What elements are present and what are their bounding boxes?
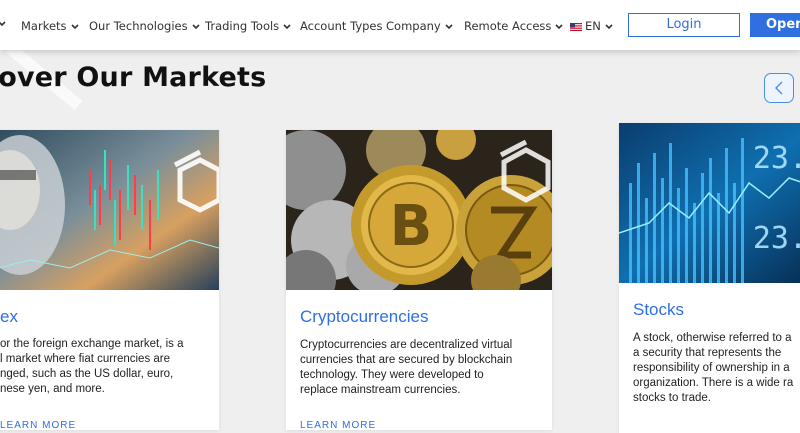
card-desc-line: nese yen, and more. [0,383,105,395]
card-title[interactable]: Stocks [633,300,684,320]
card-desc-line: responsibility of ownership in a [633,362,790,374]
nav-item-remote-access[interactable]: Remote Access [464,17,563,35]
language-label: EN [585,19,601,33]
market-card-forex[interactable]: ex or the foreign exchange market, is a … [0,130,220,431]
learn-more-link[interactable]: LEARN MORE [0,420,76,431]
nav-item-label: Trading Tools [205,19,280,33]
nav-item-label: Account Types [300,19,383,33]
chevron-down-icon [445,23,453,29]
card-description: or the foreign exchange market, is a l m… [0,337,220,397]
cryptocurrencies-image: B [286,130,552,290]
login-button[interactable]: Login [628,13,740,37]
nav-item-trading-tools[interactable]: Trading Tools [205,17,291,35]
svg-text:23.0: 23.0 [753,221,800,256]
market-card-stocks[interactable]: 23.1 23.0 Stocks A stock, otherwise refe… [619,123,800,433]
chevron-down-icon [192,23,200,29]
card-desc-line: stocks to trade. [633,392,711,404]
card-desc-line: or the foreign exchange market, is a [0,338,184,350]
chevron-down-icon[interactable] [0,20,6,28]
nav-item-label: Remote Access [464,19,552,33]
chevron-down-icon [283,23,291,29]
nav-item-label: Markets [21,19,67,33]
forex-image [0,130,219,290]
card-desc-line: organization. There is a wide ra [633,377,794,389]
card-desc-line: Cryptocurrencies are decentralized virtu… [300,339,513,351]
card-desc-line: currencies that are secured by blockchai… [300,354,513,366]
language-selector[interactable]: EN [570,17,613,35]
card-desc-line: replace mainstream currencies. [300,384,461,396]
nav-item-our-technologies[interactable]: Our Technologies [89,17,200,35]
card-title[interactable]: ex [0,307,18,327]
chevron-down-icon [605,23,613,29]
card-desc-line: a security that represents the [633,347,782,359]
carousel-prev-button[interactable] [764,73,794,103]
chevron-left-icon [775,81,783,95]
nav-item-label: Company [386,19,441,33]
nav-item-account-types[interactable]: Account Types [300,17,383,35]
card-desc-line: nged, such as the US dollar, euro, [0,368,174,380]
market-card-cryptocurrencies[interactable]: B Cryptocurrencies Cryptocurrencies are … [286,130,552,431]
svg-text:B: B [390,194,433,259]
learn-more-link[interactable]: LEARN MORE [300,420,376,431]
svg-text:23.1: 23.1 [753,141,800,176]
stocks-image: 23.1 23.0 [619,123,800,283]
card-desc-line: A stock, otherwise referred to a [633,332,792,344]
chevron-down-icon [555,23,563,29]
us-flag-icon [570,22,582,31]
chevron-down-icon [70,23,79,29]
card-title[interactable]: Cryptocurrencies [300,307,429,327]
top-navigation-bar: Markets Our Technologies Trading Tools A… [0,0,800,50]
card-description: Cryptocurrencies are decentralized virtu… [300,338,545,398]
nav-item-markets[interactable]: Markets [21,17,79,35]
card-description: A stock, otherwise referred to a a secur… [633,331,800,406]
nav-item-label: Our Technologies [89,19,188,33]
nav-item-company[interactable]: Company [386,17,453,35]
section-title: cover Our Markets [0,62,267,93]
card-desc-line: l market where fiat currencies are [0,353,171,365]
card-desc-line: technology. They were developed to [300,369,484,381]
open-account-button[interactable]: Open [750,13,800,37]
